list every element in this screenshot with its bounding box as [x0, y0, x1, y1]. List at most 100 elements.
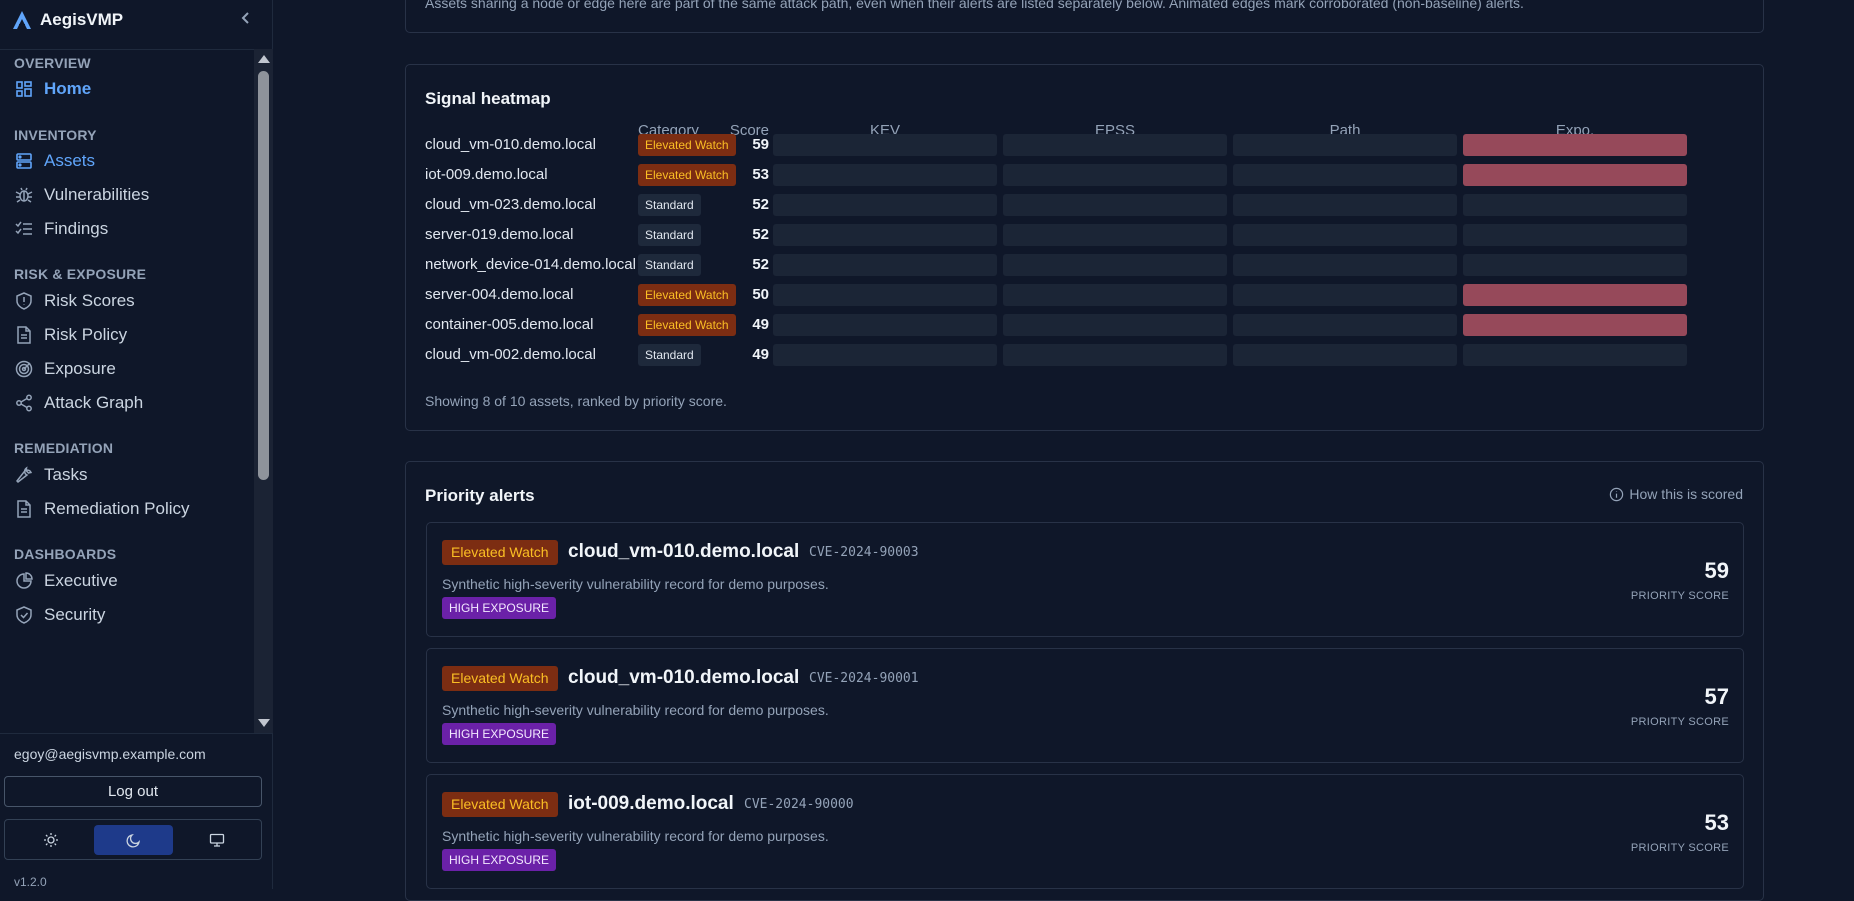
alert-card[interactable]: Elevated Watch cloud_vm-010.demo.local CVE… [426, 522, 1744, 637]
heatmap-host[interactable]: iot-009.demo.local [425, 166, 548, 183]
nav-item-assets[interactable]: Assets [14, 147, 95, 175]
theme-dark-button[interactable] [94, 825, 173, 855]
nav-item-findings[interactable]: Findings [14, 215, 108, 243]
heatmap-score: 59 [752, 136, 769, 153]
nav-label: Security [44, 605, 106, 624]
nav-label: Risk Policy [44, 325, 128, 344]
heatmap-cell-exposure [1463, 344, 1687, 366]
alert-cve: CVE-2024-90000 [744, 797, 854, 812]
nav-section-inventory: INVENTORY [14, 127, 97, 143]
alert-card[interactable]: Elevated Watch iot-009.demo.local CVE-2024… [426, 774, 1744, 889]
nav-label: Risk Scores [44, 291, 135, 310]
category-badge: Elevated Watch [442, 666, 558, 691]
theme-switcher [4, 819, 262, 860]
alert-description: Synthetic high-severity vulnerability re… [442, 828, 829, 844]
nav-label: Exposure [44, 359, 116, 378]
attack-path-note: Assets sharing a node or edge here are p… [425, 0, 1524, 11]
priority-score-label: PRIORITY SCORE [1630, 842, 1729, 854]
alert-host[interactable]: iot-009.demo.local [568, 793, 734, 815]
heatmap-cell-path [1233, 164, 1457, 186]
nav-item-risk-scores[interactable]: Risk Scores [14, 287, 135, 315]
heatmap-host[interactable]: cloud_vm-023.demo.local [425, 196, 596, 213]
share-icon [14, 393, 34, 413]
heatmap-host[interactable]: server-019.demo.local [425, 226, 573, 243]
heatmap-cell-epss [1003, 344, 1227, 366]
theme-system-button[interactable] [177, 825, 256, 855]
nav-item-vulnerabilities[interactable]: Vulnerabilities [14, 181, 149, 209]
priority-score-label: PRIORITY SCORE [1630, 590, 1729, 602]
nav-item-risk-policy[interactable]: Risk Policy [14, 321, 127, 349]
aegis-logo-icon [13, 11, 31, 29]
nav-item-attack-graph[interactable]: Attack Graph [14, 389, 143, 417]
radar-icon [14, 359, 34, 379]
heatmap-cell-exposure [1463, 224, 1687, 246]
server-icon [14, 151, 34, 171]
heatmap-cell-exposure [1463, 284, 1687, 306]
app-version: v1.2.0 [14, 875, 47, 889]
sidebar-footer: egoy@aegisvmp.example.com Log out v1.2.0 [0, 733, 273, 890]
nav-item-exposure[interactable]: Exposure [14, 355, 116, 383]
brand[interactable]: AegisVMP [12, 8, 123, 32]
nav-section-risk: RISK & EXPOSURE [14, 266, 147, 282]
shield-alert-icon [14, 291, 34, 311]
heatmap-cell-epss [1003, 254, 1227, 276]
heatmap-cell-path [1233, 134, 1457, 156]
heatmap-host[interactable]: network_device-014.demo.local [425, 256, 636, 273]
alert-description: Synthetic high-severity vulnerability re… [442, 702, 829, 718]
exposure-tag: HIGH EXPOSURE [442, 849, 557, 871]
scroll-down-icon[interactable] [258, 719, 270, 727]
heatmap-cell-exposure [1463, 314, 1687, 336]
heatmap-cell-exposure [1463, 194, 1687, 216]
nav-item-security[interactable]: Security [14, 601, 105, 629]
scroll-up-icon[interactable] [258, 55, 270, 63]
alert-host[interactable]: cloud_vm-010.demo.local [568, 541, 799, 563]
user-email: egoy@aegisvmp.example.com [14, 746, 206, 762]
alert-host[interactable]: cloud_vm-010.demo.local [568, 667, 799, 689]
collapse-sidebar-icon[interactable] [236, 8, 256, 30]
how-scored-label: How this is scored [1629, 486, 1743, 502]
scroll-thumb[interactable] [258, 71, 269, 480]
logout-button[interactable]: Log out [4, 776, 262, 807]
bug-icon [14, 185, 34, 205]
priority-score-value: 57 [1704, 684, 1729, 709]
nav-label: Home [44, 79, 92, 98]
category-badge: Standard [638, 344, 701, 366]
nav-label: Executive [44, 571, 118, 590]
nav-label: Vulnerabilities [44, 185, 150, 204]
heatmap-host[interactable]: server-004.demo.local [425, 286, 573, 303]
nav-section-remediation: REMEDIATION [14, 440, 114, 456]
heatmap-cell-path [1233, 314, 1457, 336]
nav-item-remediation-policy[interactable]: Remediation Policy [14, 495, 190, 523]
nav-label: Remediation Policy [44, 499, 190, 518]
sidebar-scrollbar[interactable] [254, 49, 273, 733]
heatmap-cell-path [1233, 284, 1457, 306]
heatmap-cell-kev [773, 314, 997, 336]
heatmap-cell-path [1233, 224, 1457, 246]
priority-alerts-card: Priority alerts How this is scored Eleva… [405, 461, 1764, 901]
nav-item-home[interactable]: Home [14, 75, 91, 103]
heatmap-cell-kev [773, 134, 997, 156]
heatmap-title: Signal heatmap [425, 89, 551, 108]
heatmap-score: 53 [752, 166, 769, 183]
category-badge: Standard [638, 224, 701, 246]
how-scored-link[interactable]: How this is scored [1609, 486, 1743, 502]
heatmap-host[interactable]: container-005.demo.local [425, 316, 593, 333]
alert-description: Synthetic high-severity vulnerability re… [442, 576, 829, 592]
category-badge: Elevated Watch [442, 792, 558, 817]
grid-icon [14, 79, 34, 99]
nav-label: Findings [44, 219, 109, 238]
priority-score-value: 59 [1704, 558, 1729, 583]
heatmap-host[interactable]: cloud_vm-002.demo.local [425, 346, 596, 363]
sidebar: AegisVMP OVERVIEW Home INVENTORY Assets … [0, 0, 273, 889]
priority-alerts-title: Priority alerts [425, 486, 535, 505]
alert-cve: CVE-2024-90001 [809, 671, 919, 686]
nav-item-tasks[interactable]: Tasks [14, 461, 87, 489]
theme-light-button[interactable] [11, 825, 90, 855]
pie-chart-icon [14, 571, 34, 591]
nav-item-executive[interactable]: Executive [14, 567, 118, 595]
heatmap-cell-path [1233, 344, 1457, 366]
heatmap-host[interactable]: cloud_vm-010.demo.local [425, 136, 596, 153]
heatmap-cell-kev [773, 164, 997, 186]
exposure-tag: HIGH EXPOSURE [442, 597, 557, 619]
alert-card[interactable]: Elevated Watch cloud_vm-010.demo.local CVE… [426, 648, 1744, 763]
